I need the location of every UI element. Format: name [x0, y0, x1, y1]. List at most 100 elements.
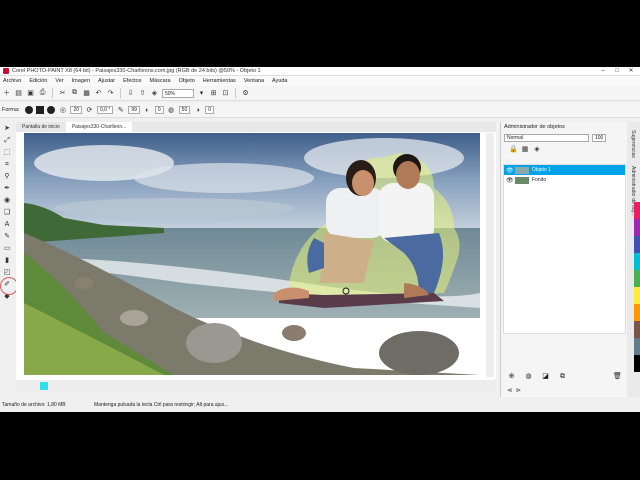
color-palette[interactable]: [634, 202, 640, 372]
menu-ajustar[interactable]: Ajustar: [98, 78, 115, 84]
shape-square-button[interactable]: [36, 106, 45, 114]
object-opacity-field[interactable]: 100: [592, 134, 607, 142]
delete-icon[interactable]: 🗑: [613, 372, 622, 381]
menu-bar: Archivo Edición Ver Imagen Ajustar Efect…: [0, 76, 640, 86]
eye-icon[interactable]: 👁: [506, 177, 514, 184]
rotation-field[interactable]: 0,0 °: [96, 106, 114, 114]
toolbox: ➤ ⤢ ⬚ ⌗ ⚲ ✒ ◉ ❏ A ✎ ▭ ▮ ◰ ✐ ◆: [0, 122, 14, 392]
nib-size-field[interactable]: 20: [70, 106, 82, 114]
prev-icon[interactable]: ⊲: [507, 387, 512, 394]
menu-archivo[interactable]: Archivo: [3, 78, 21, 84]
panel-footer: ⊲ ⊳: [503, 384, 626, 396]
document-area: Pantalla de inicio Paisajes330-Charlleon…: [16, 122, 496, 392]
import-icon[interactable]: ⇩: [126, 89, 135, 98]
file-size-status: Tamaño de archivo: 1,80 MB: [2, 401, 66, 408]
shape-round-button[interactable]: [25, 106, 34, 114]
transform-tool-icon[interactable]: ⤢: [2, 136, 12, 146]
zoom-100-icon[interactable]: ⊡: [221, 89, 230, 98]
mask-object-icon[interactable]: ◪: [541, 372, 550, 381]
feather-field[interactable]: 50: [178, 106, 191, 114]
brush-icon: ✎: [117, 107, 124, 114]
title-bar: Corel PHOTO-PAINT X8 (64 bit) - Paisajes…: [0, 67, 640, 76]
object-row[interactable]: 👁 Objeto 1: [504, 165, 625, 175]
menu-herramientas[interactable]: Herramientas: [203, 78, 236, 84]
object-name: Fondo: [532, 177, 547, 183]
color-swatch[interactable]: [40, 382, 48, 390]
tab-welcome[interactable]: Pantalla de inicio: [16, 122, 66, 132]
transparency-field[interactable]: 0: [154, 106, 164, 114]
paste-icon[interactable]: ▦: [82, 89, 91, 98]
text-tool-icon[interactable]: A: [2, 220, 12, 230]
layer-icon[interactable]: ◈: [533, 146, 541, 154]
side-tab-hints[interactable]: Sugerencias: [630, 130, 636, 158]
merge-mode-select[interactable]: Normal: [504, 134, 589, 142]
minimize-icon[interactable]: –: [596, 67, 610, 76]
standard-toolbar: ＋ ▤ ▣ ⎙ ✂ ⧉ ▦ ↶ ↷ ⇩ ⇧ ◈ 50% ▾ ⊞ ⊡ ⚙: [0, 86, 640, 101]
value6-field[interactable]: 0: [205, 106, 215, 114]
next-icon[interactable]: ⊳: [516, 387, 521, 394]
transparency-icon: ◐: [145, 106, 150, 114]
menu-imagen[interactable]: Imagen: [72, 78, 90, 84]
tab-document[interactable]: Paisajes330-Charlleon...: [65, 122, 133, 132]
status-bar: Tamaño de archivo: 1,80 MB Mantenga puls…: [0, 397, 640, 412]
lock-icon[interactable]: 🔒: [509, 146, 518, 154]
menu-mascara[interactable]: Máscara: [149, 78, 170, 84]
redeye-tool-icon[interactable]: ◉: [2, 196, 12, 206]
clone-tool-icon[interactable]: ❏: [2, 208, 12, 218]
opacity-field[interactable]: 99: [128, 106, 140, 114]
grid-icon[interactable]: ▦: [521, 146, 529, 154]
toolbar-divider: [235, 88, 236, 98]
launch-icon[interactable]: ◈: [150, 89, 159, 98]
menu-efectos[interactable]: Efectos: [123, 78, 141, 84]
zoom-dropdown-icon[interactable]: ▾: [197, 89, 206, 98]
document-tabs: Pantalla de inicio Paisajes330-Charlleon…: [16, 122, 496, 132]
close-icon[interactable]: ✕: [624, 67, 638, 76]
feather-icon: ◍: [168, 107, 175, 114]
copy-icon[interactable]: ⧉: [70, 89, 79, 98]
mask-tool-icon[interactable]: ⬚: [2, 148, 12, 158]
zoom-tool-icon[interactable]: ⚲: [2, 172, 12, 182]
horizontal-scrollbar[interactable]: [16, 380, 496, 392]
export-icon[interactable]: ⇧: [138, 89, 147, 98]
object-icons-row: 🔒 ▦ ◈: [501, 144, 627, 156]
vertical-scrollbar[interactable]: [486, 133, 494, 377]
background-thumbnail: [515, 176, 529, 184]
shape-soft-button[interactable]: [47, 106, 56, 114]
combine-icon[interactable]: ⧉: [558, 372, 567, 381]
menu-ver[interactable]: Ver: [55, 78, 63, 84]
landscape-photo: [24, 133, 480, 375]
maximize-icon[interactable]: □: [610, 67, 624, 76]
undo-icon[interactable]: ↶: [94, 89, 103, 98]
window-controls: – □ ✕: [596, 67, 638, 76]
new-object-icon[interactable]: ⊕: [507, 372, 516, 381]
menu-ayuda[interactable]: Ayuda: [272, 78, 288, 84]
antialias-icon: ◑: [195, 106, 200, 114]
new-lens-icon[interactable]: ◍: [524, 372, 533, 381]
cut-icon[interactable]: ✂: [58, 89, 67, 98]
zoom-fit-icon[interactable]: ⊞: [209, 89, 218, 98]
save-icon[interactable]: ▣: [26, 89, 35, 98]
settings-gear-icon[interactable]: ⚙: [241, 89, 250, 98]
zoom-level-field[interactable]: 50%: [162, 88, 194, 98]
menu-ventana[interactable]: Ventana: [244, 78, 264, 84]
rectangle-tool-icon[interactable]: ▭: [2, 244, 12, 254]
object-manager-title: Administrador de objetos: [504, 124, 565, 130]
eraser-tool-icon[interactable]: ▮: [2, 256, 12, 266]
paint-tool-icon[interactable]: ✎: [2, 232, 12, 242]
print-icon[interactable]: ⎙: [38, 89, 47, 98]
menu-edicion[interactable]: Edición: [29, 78, 47, 84]
rotate-icon: ⟳: [86, 107, 93, 114]
toolbar-divider: [120, 88, 121, 98]
redo-icon[interactable]: ↷: [106, 89, 115, 98]
object-row[interactable]: 👁 Fondo: [504, 175, 625, 185]
open-folder-icon[interactable]: ▤: [14, 89, 23, 98]
eye-icon[interactable]: 👁: [506, 167, 514, 174]
image-canvas[interactable]: [24, 133, 480, 375]
merge-mode-row: Normal 100: [501, 132, 627, 144]
new-file-icon[interactable]: ＋: [2, 89, 11, 98]
menu-objeto[interactable]: Objeto: [179, 78, 195, 84]
shape-label: Forma:: [2, 107, 20, 113]
crop-tool-icon[interactable]: ⌗: [2, 160, 12, 170]
pick-tool-icon[interactable]: ➤: [2, 124, 12, 134]
eyedropper-tool-icon[interactable]: ✒: [2, 184, 12, 194]
